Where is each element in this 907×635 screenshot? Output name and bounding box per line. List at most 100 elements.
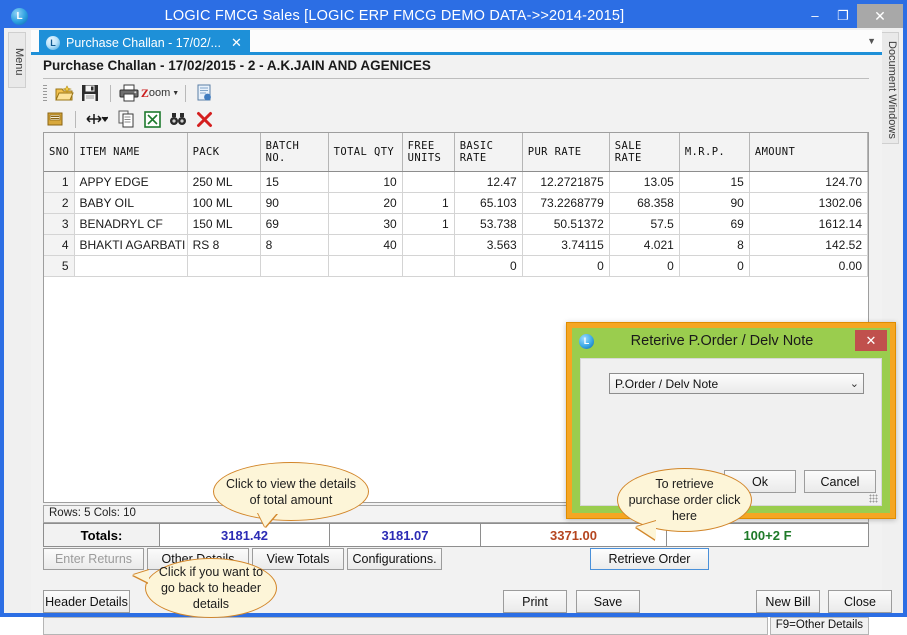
cell-total-qty[interactable]: 10 <box>328 171 403 193</box>
save-icon[interactable] <box>78 82 102 104</box>
cell-pack[interactable]: RS 8 <box>187 234 261 256</box>
cell-sale-rate[interactable]: 4.021 <box>609 234 680 256</box>
table-row[interactable]: 2 BABY OIL 100 ML 90 20 1 65.103 73.2268… <box>44 192 869 214</box>
dialog-close-button[interactable]: ✕ <box>855 330 887 351</box>
close-window-button[interactable]: ✕ <box>857 4 903 28</box>
cell-amount[interactable]: 124.70 <box>749 171 869 193</box>
print-icon[interactable] <box>117 82 141 104</box>
cell-pur-rate[interactable]: 73.2268779 <box>522 192 610 214</box>
cell-free-units[interactable] <box>402 255 455 277</box>
new-bill-button[interactable]: New Bill <box>756 590 820 613</box>
cell-free-units[interactable]: 1 <box>402 192 455 214</box>
cell-mrp[interactable]: 0 <box>679 255 750 277</box>
chevron-down-icon[interactable]: ▼ <box>867 36 876 46</box>
cell-pur-rate[interactable]: 12.2721875 <box>522 171 610 193</box>
cell-total-qty[interactable]: 20 <box>328 192 403 214</box>
cell-batch-no[interactable]: 15 <box>260 171 329 193</box>
toolbar-grip[interactable] <box>43 85 47 101</box>
col-header-pur-rate[interactable]: PUR RATE <box>522 133 610 172</box>
dock-menu[interactable]: Menu <box>8 32 26 88</box>
cell-mrp[interactable]: 8 <box>679 234 750 256</box>
cell-pur-rate[interactable]: 3.74115 <box>522 234 610 256</box>
cell-sale-rate[interactable]: 0 <box>609 255 680 277</box>
col-header-sno[interactable]: SNO <box>44 133 75 172</box>
cell-batch-no[interactable]: 8 <box>260 234 329 256</box>
porder-type-select[interactable]: P.Order / Delv Note ⌄ <box>609 373 864 394</box>
retrieve-order-button[interactable]: Retrieve Order <box>590 548 709 570</box>
tab-purchase-challan[interactable]: L Purchase Challan - 17/02/... ✕ <box>39 30 250 55</box>
cell-basic-rate[interactable]: 53.738 <box>454 213 523 235</box>
cell-pack[interactable] <box>187 255 261 277</box>
cell-mrp[interactable]: 90 <box>679 192 750 214</box>
configurations-button[interactable]: Configurations. <box>347 548 442 570</box>
minimize-button[interactable]: – <box>801 4 829 28</box>
cell-sale-rate[interactable]: 68.358 <box>609 192 680 214</box>
dock-document-windows[interactable]: Document Windows <box>881 32 899 144</box>
cell-mrp[interactable]: 15 <box>679 171 750 193</box>
page-setup-icon[interactable] <box>192 82 216 104</box>
new-document-icon[interactable] <box>52 82 76 104</box>
cell-batch-no[interactable]: 90 <box>260 192 329 214</box>
cell-free-units[interactable] <box>402 234 455 256</box>
cell-free-units[interactable] <box>402 171 455 193</box>
cell-pack[interactable]: 100 ML <box>187 192 261 214</box>
fit-columns-icon[interactable] <box>82 108 112 130</box>
cell-item-name[interactable]: BABY OIL <box>74 192 188 214</box>
cell-mrp[interactable]: 69 <box>679 213 750 235</box>
copy-icon[interactable] <box>114 108 138 130</box>
cell-item-name[interactable]: BENADRYL CF <box>74 213 188 235</box>
col-header-batch-no[interactable]: BATCH NO. <box>260 133 329 172</box>
header-divider <box>43 78 869 79</box>
cell-item-name[interactable]: APPY EDGE <box>74 171 188 193</box>
cell-sale-rate[interactable]: 13.05 <box>609 171 680 193</box>
find-icon[interactable] <box>166 108 190 130</box>
cell-basic-rate[interactable]: 3.563 <box>454 234 523 256</box>
cell-item-name[interactable]: BHAKTI AGARBATI <box>74 234 188 256</box>
cell-batch-no[interactable]: 69 <box>260 213 329 235</box>
cell-batch-no[interactable] <box>260 255 329 277</box>
cell-pur-rate[interactable]: 50.51372 <box>522 213 610 235</box>
delete-icon[interactable] <box>192 108 216 130</box>
resize-grip-icon[interactable] <box>869 494 878 503</box>
col-header-total-qty[interactable]: TOTAL QTY <box>328 133 403 172</box>
table-row[interactable]: 1 APPY EDGE 250 ML 15 10 12.47 12.272187… <box>44 171 869 193</box>
cell-total-qty[interactable]: 30 <box>328 213 403 235</box>
cell-pur-rate[interactable]: 0 <box>522 255 610 277</box>
cell-amount[interactable]: 0.00 <box>749 255 869 277</box>
cell-item-name[interactable] <box>74 255 188 277</box>
col-header-mrp[interactable]: M.R.P. <box>679 133 750 172</box>
close-button[interactable]: Close <box>828 590 892 613</box>
cell-total-qty[interactable] <box>328 255 403 277</box>
cell-amount[interactable]: 142.52 <box>749 234 869 256</box>
table-row[interactable]: 5 0 0 0 0 0.00 <box>44 255 869 277</box>
cell-amount[interactable]: 1612.14 <box>749 213 869 235</box>
zoom-icon[interactable]: Zoom ▼ <box>141 82 179 104</box>
save-button[interactable]: Save <box>576 590 640 613</box>
maximize-button[interactable]: ❐ <box>829 4 857 28</box>
mdi-area: L Purchase Challan - 17/02/... ✕ ▼ Purch… <box>31 30 896 635</box>
export-excel-icon[interactable] <box>140 108 164 130</box>
col-header-basic-rate[interactable]: BASIC RATE <box>454 133 523 172</box>
col-header-sale-rate[interactable]: SALE RATE <box>609 133 680 172</box>
cell-basic-rate[interactable]: 12.47 <box>454 171 523 193</box>
cell-basic-rate[interactable]: 0 <box>454 255 523 277</box>
grid-properties-icon[interactable] <box>43 108 67 130</box>
table-row[interactable]: 3 BENADRYL CF 150 ML 69 30 1 53.738 50.5… <box>44 213 869 235</box>
print-button[interactable]: Print <box>503 590 567 613</box>
cell-total-qty[interactable]: 40 <box>328 234 403 256</box>
col-header-pack[interactable]: PACK <box>187 133 261 172</box>
cell-sale-rate[interactable]: 57.5 <box>609 213 680 235</box>
dialog-cancel-button[interactable]: Cancel <box>804 470 876 493</box>
cell-basic-rate[interactable]: 65.103 <box>454 192 523 214</box>
col-header-amount[interactable]: AMOUNT <box>749 133 869 172</box>
cell-pack[interactable]: 150 ML <box>187 213 261 235</box>
table-row[interactable]: 4 BHAKTI AGARBATI RS 8 8 40 3.563 3.7411… <box>44 234 869 256</box>
col-header-free-units[interactable]: FREE UNITS <box>402 133 455 172</box>
header-details-button[interactable]: Header Details <box>43 590 130 613</box>
cell-amount[interactable]: 1302.06 <box>749 192 869 214</box>
col-header-item-name[interactable]: ITEM NAME <box>74 133 188 172</box>
tab-close-icon[interactable]: ✕ <box>231 35 242 51</box>
cell-pack[interactable]: 250 ML <box>187 171 261 193</box>
cell-free-units[interactable]: 1 <box>402 213 455 235</box>
enter-returns-button[interactable]: Enter Returns <box>43 548 144 570</box>
